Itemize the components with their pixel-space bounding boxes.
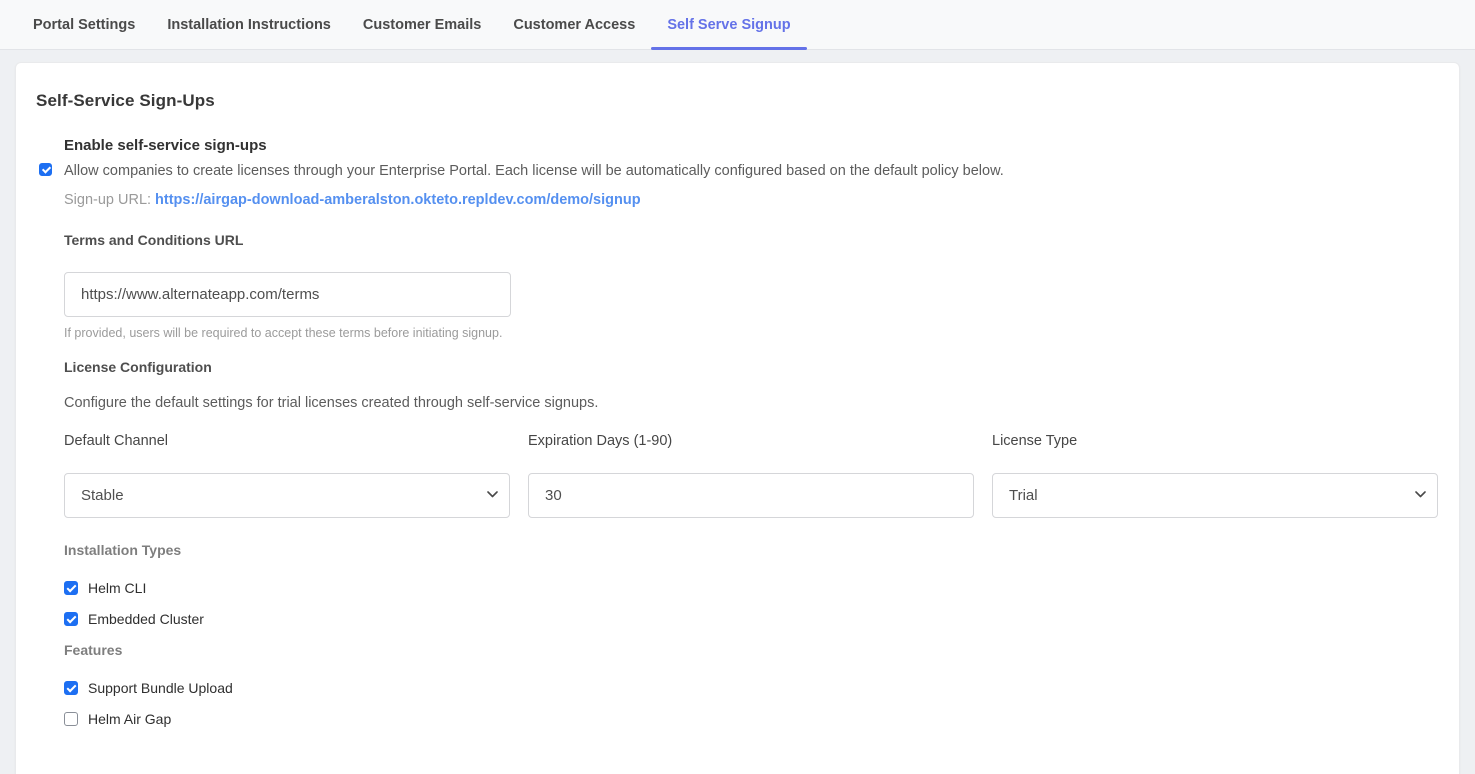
signup-url-line: Sign-up URL:https://airgap-download-ambe… — [64, 192, 1439, 208]
expiration-days-input[interactable] — [528, 473, 974, 518]
installation-type-helm-cli[interactable]: Helm CLI — [64, 580, 1439, 596]
page-title: Self-Service Sign-Ups — [36, 91, 1439, 111]
tab-customer-access[interactable]: Customer Access — [497, 0, 651, 49]
feature-helm-air-gap[interactable]: Helm Air Gap — [64, 711, 1439, 727]
enable-signups-checkbox[interactable] — [39, 163, 52, 176]
tab-label: Customer Access — [513, 17, 635, 33]
feature-support-bundle-upload[interactable]: Support Bundle Upload — [64, 680, 1439, 696]
license-type-field: License Type Trial — [992, 433, 1438, 518]
features-label: Features — [64, 642, 1439, 658]
license-config-field-grid: Default Channel Stable Expiration Days (… — [64, 433, 1438, 518]
helm-cli-checkbox[interactable] — [64, 581, 78, 595]
expiration-days-label: Expiration Days (1-90) — [528, 433, 974, 449]
installation-types-label: Installation Types — [64, 542, 1439, 558]
signup-url-label: Sign-up URL: — [64, 192, 151, 208]
installation-type-embedded-cluster[interactable]: Embedded Cluster — [64, 611, 1439, 627]
default-channel-field: Default Channel Stable — [64, 433, 510, 518]
checkbox-label: Support Bundle Upload — [88, 680, 233, 696]
terms-url-label: Terms and Conditions URL — [64, 232, 1439, 248]
license-type-select[interactable]: Trial — [992, 473, 1438, 518]
terms-url-helper-text: If provided, users will be required to a… — [64, 326, 1439, 340]
settings-tab-bar: Portal Settings Installation Instruction… — [0, 0, 1475, 50]
tab-installation-instructions[interactable]: Installation Instructions — [151, 0, 347, 49]
tab-self-serve-signup[interactable]: Self Serve Signup — [651, 0, 806, 49]
features-list: Support Bundle Upload Helm Air Gap — [64, 680, 1439, 727]
license-type-label: License Type — [992, 433, 1438, 449]
enable-signups-heading: Enable self-service sign-ups — [64, 137, 1439, 154]
license-configuration-heading: License Configuration — [64, 359, 1439, 375]
terms-url-input[interactable] — [64, 272, 511, 317]
checkbox-label: Helm Air Gap — [88, 711, 171, 727]
enable-signups-row: Allow companies to create licenses throu… — [64, 162, 1439, 180]
enable-signups-description: Allow companies to create licenses throu… — [64, 163, 1004, 179]
support-bundle-upload-checkbox[interactable] — [64, 681, 78, 695]
default-channel-select[interactable]: Stable — [64, 473, 510, 518]
embedded-cluster-checkbox[interactable] — [64, 612, 78, 626]
signup-url-link[interactable]: https://airgap-download-amberalston.okte… — [155, 192, 641, 208]
checkbox-label: Embedded Cluster — [88, 611, 204, 627]
installation-types-list: Helm CLI Embedded Cluster — [64, 580, 1439, 627]
tab-label: Self Serve Signup — [667, 17, 790, 33]
enable-signups-section: Enable self-service sign-ups Allow compa… — [64, 137, 1439, 727]
default-channel-label: Default Channel — [64, 433, 510, 449]
expiration-days-field: Expiration Days (1-90) — [528, 433, 974, 518]
tab-customer-emails[interactable]: Customer Emails — [347, 0, 497, 49]
tab-label: Portal Settings — [33, 17, 135, 33]
license-configuration-description: Configure the default settings for trial… — [64, 395, 1439, 411]
self-serve-signup-panel: Self-Service Sign-Ups Enable self-servic… — [15, 62, 1460, 774]
tab-label: Installation Instructions — [167, 17, 331, 33]
tab-portal-settings[interactable]: Portal Settings — [17, 0, 151, 49]
helm-air-gap-checkbox[interactable] — [64, 712, 78, 726]
tab-label: Customer Emails — [363, 17, 481, 33]
active-tab-underline — [651, 47, 806, 50]
checkbox-label: Helm CLI — [88, 580, 146, 596]
